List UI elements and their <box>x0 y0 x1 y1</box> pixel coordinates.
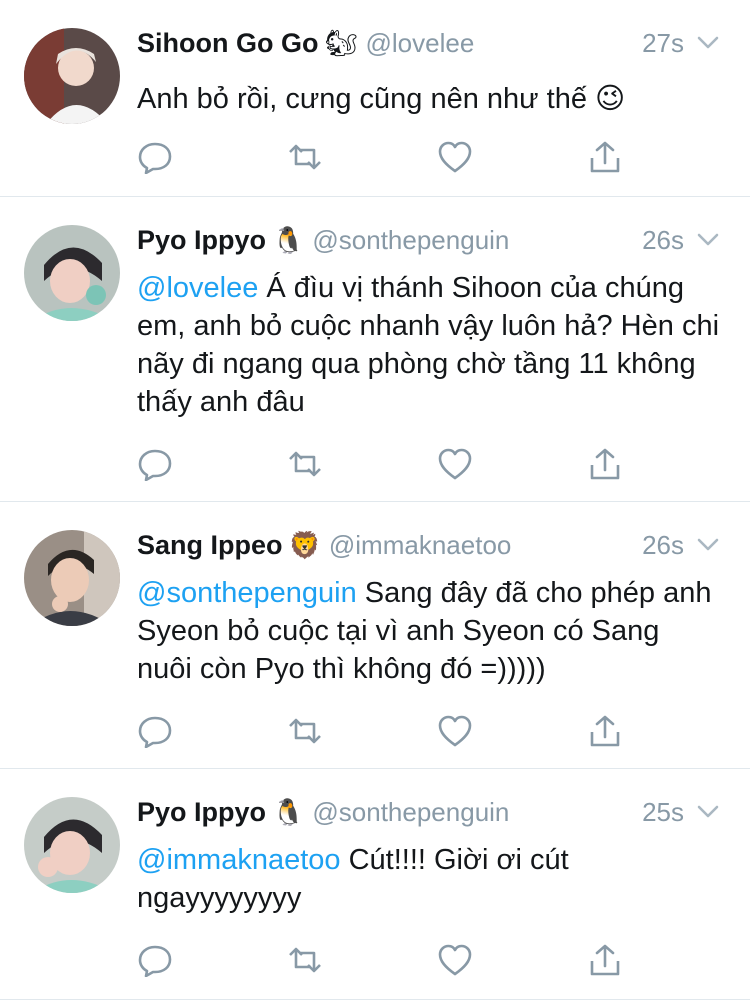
share-button[interactable] <box>587 714 627 750</box>
chevron-down-icon[interactable] <box>696 803 720 821</box>
share-icon <box>590 448 620 480</box>
reply-button[interactable] <box>137 943 177 979</box>
tweet[interactable]: Pyo Ippyo 🐧 @sonthepenguin 25s @immaknaeto… <box>0 769 750 1000</box>
timestamp[interactable]: 25s <box>642 797 684 828</box>
tweet-text: Anh bỏ rồi, cưng cũng nên như thế 😉 <box>137 80 720 118</box>
avatar[interactable] <box>24 225 120 321</box>
retweet-button[interactable] <box>287 943 327 979</box>
tweet-header: Sang Ippeo 🦁 @immaknaetoo 26s <box>137 530 720 570</box>
share-icon <box>590 944 620 976</box>
retweet-button[interactable] <box>287 447 327 483</box>
tweet-text: @immaknaetoo Cút!!!! Giời ơi cút ngayyyy… <box>137 841 720 917</box>
chevron-down-icon[interactable] <box>696 34 720 52</box>
reply-icon <box>138 945 172 978</box>
display-name[interactable]: Sang Ippeo <box>137 530 283 560</box>
display-name[interactable]: Pyo Ippyo <box>137 797 266 827</box>
tweet-header: Pyo Ippyo 🐧 @sonthepenguin 26s <box>137 225 720 265</box>
share-button[interactable] <box>587 943 627 979</box>
name-emoji: 🦁 <box>288 531 321 561</box>
user-handle[interactable]: @sonthepenguin <box>312 225 509 255</box>
like-icon <box>438 448 472 480</box>
share-icon <box>590 141 620 173</box>
tweet[interactable]: Sang Ippeo 🦁 @immaknaetoo 26s @sonthepengu… <box>0 502 750 769</box>
reply-button[interactable] <box>137 140 177 176</box>
avatar[interactable] <box>24 797 120 893</box>
mention-link[interactable]: @immaknaetoo <box>137 844 341 876</box>
tweet-actions <box>137 714 620 750</box>
retweet-icon <box>289 451 321 477</box>
timestamp[interactable]: 27s <box>642 28 684 59</box>
tweet-header: Sihoon Go Go 🐿 @lovelee 27s <box>137 28 720 68</box>
tweet-actions <box>137 140 620 176</box>
like-button[interactable] <box>437 140 477 176</box>
mention-link[interactable]: @lovelee <box>137 272 258 304</box>
like-button[interactable] <box>437 447 477 483</box>
display-name[interactable]: Pyo Ippyo <box>137 225 266 255</box>
chevron-down-icon[interactable] <box>696 231 720 249</box>
name-emoji: 🐿 <box>324 29 358 59</box>
retweet-icon <box>289 718 321 744</box>
avatar[interactable] <box>24 28 120 124</box>
tweet-actions <box>137 943 620 979</box>
reply-icon <box>138 716 172 749</box>
tweet[interactable]: Sihoon Go Go 🐿 @lovelee 27s Anh bỏ rồi, cư… <box>0 0 750 197</box>
share-button[interactable] <box>587 140 627 176</box>
reply-button[interactable] <box>137 714 177 750</box>
mention-link[interactable]: @sonthepenguin <box>137 577 357 609</box>
like-icon <box>438 944 472 976</box>
tweet-text: @lovelee Á đìu vị thánh Sihoon của chúng… <box>137 269 720 421</box>
share-icon <box>590 715 620 747</box>
retweet-button[interactable] <box>287 140 327 176</box>
retweet-button[interactable] <box>287 714 327 750</box>
avatar[interactable] <box>24 530 120 626</box>
reply-button[interactable] <box>137 447 177 483</box>
share-button[interactable] <box>587 447 627 483</box>
like-icon <box>438 715 472 747</box>
like-icon <box>438 141 472 173</box>
chevron-down-icon[interactable] <box>696 536 720 554</box>
display-name[interactable]: Sihoon Go Go <box>137 28 318 58</box>
timestamp[interactable]: 26s <box>642 225 684 256</box>
tweet-actions <box>137 447 620 483</box>
timestamp[interactable]: 26s <box>642 530 684 561</box>
retweet-icon <box>289 144 321 170</box>
like-button[interactable] <box>437 714 477 750</box>
tweet-text: @sonthepenguin Sang đây đã cho phép anh … <box>137 574 720 688</box>
tweet[interactable]: Pyo Ippyo 🐧 @sonthepenguin 26s @lovelee Á … <box>0 197 750 502</box>
user-handle[interactable]: @sonthepenguin <box>312 797 509 827</box>
reply-icon <box>138 449 172 482</box>
name-emoji: 🐧 <box>272 798 305 828</box>
retweet-icon <box>289 947 321 973</box>
user-handle[interactable]: @immaknaetoo <box>329 530 511 560</box>
user-handle[interactable]: @lovelee <box>366 28 475 58</box>
like-button[interactable] <box>437 943 477 979</box>
reply-icon <box>138 142 172 175</box>
tweet-body: Anh bỏ rồi, cưng cũng nên như thế 😉 <box>137 83 626 115</box>
name-emoji: 🐧 <box>272 226 305 256</box>
tweet-header: Pyo Ippyo 🐧 @sonthepenguin 25s <box>137 797 720 837</box>
